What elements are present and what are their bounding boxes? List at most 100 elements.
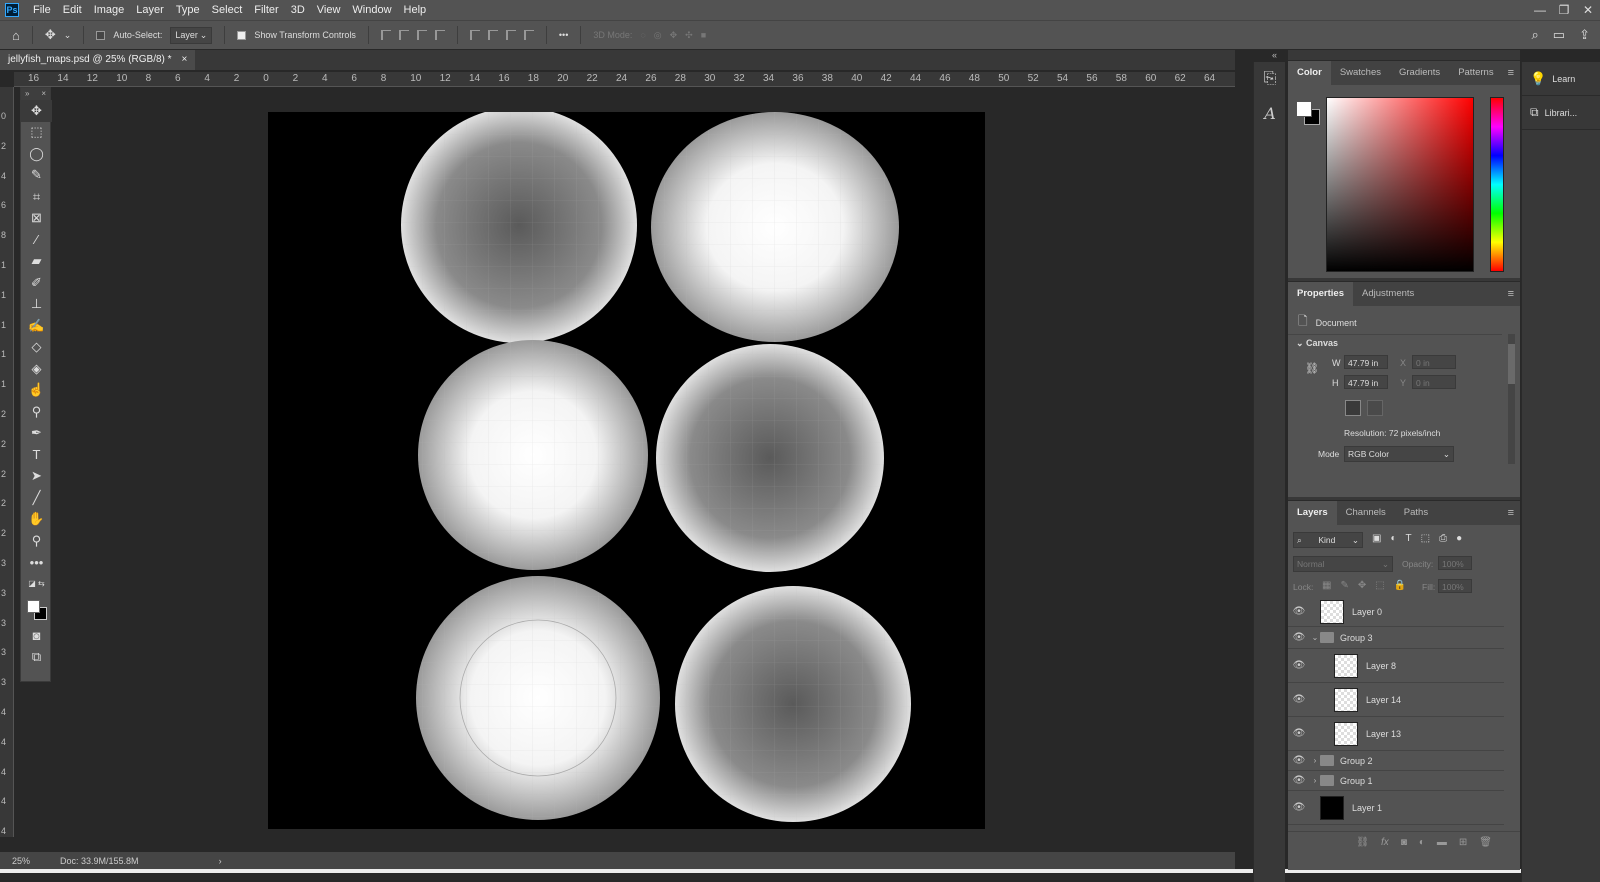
lock-transparent-icon[interactable]: ▦ [1322,580,1331,591]
screen-mode-tool[interactable]: ⧉ [21,646,52,668]
menu-filter[interactable]: Filter [248,0,284,20]
tab-swatches[interactable]: Swatches [1331,61,1390,85]
status-menu-arrow[interactable]: › [219,856,222,866]
move-tool-preset-icon[interactable]: ✥ [45,27,56,43]
layer-row[interactable]: 👁 Layer 1 [1288,791,1504,825]
3d-slide-icon[interactable]: ✣ [685,30,693,41]
menu-3d[interactable]: 3D [285,0,311,20]
tab-paths[interactable]: Paths [1395,501,1437,525]
close-tab-icon[interactable]: × [182,50,188,70]
filter-shape-icon[interactable]: ⬚ [1421,533,1430,544]
menu-view[interactable]: View [311,0,347,20]
type-tool[interactable]: T [21,444,52,466]
color-mode-dropdown[interactable]: RGB Color ⌄ [1344,446,1454,462]
chevron-right-icon[interactable]: › [1310,756,1320,765]
group-row[interactable]: 👁 ⌄ Group 3 [1288,627,1504,649]
menu-file[interactable]: File [27,0,57,20]
more-tools[interactable]: ••• [21,552,52,574]
show-transform-checkbox[interactable] [237,30,247,40]
hand-tool[interactable]: ✋ [21,509,52,531]
eye-icon[interactable]: 👁 [1288,755,1310,766]
dodge-tool[interactable]: ⚲ [21,401,52,423]
hue-slider[interactable] [1490,97,1504,272]
path-select-tool[interactable]: ➤ [21,466,52,488]
blend-mode-dropdown[interactable]: Normal ⌄ [1293,556,1393,572]
stamp-tool[interactable]: ⊥ [21,294,52,316]
frame-tool[interactable]: ⊠ [21,208,52,230]
learn-panel-button[interactable]: 💡 Learn [1522,62,1600,96]
layer-filter-dropdown[interactable]: ⌕ Kind ⌄ [1293,532,1363,548]
align-bottom-icon[interactable] [505,30,516,40]
layer-row[interactable]: 👁 Layer 13 [1288,717,1504,751]
align-center-icon[interactable] [398,30,409,40]
3d-pan-icon[interactable]: ✥ [670,30,678,41]
color-panel-fg-bg[interactable] [1296,101,1320,125]
search-icon[interactable]: ⌕ [1532,27,1539,43]
libraries-panel-button[interactable]: ⧉ Librari... [1522,96,1600,130]
panel-menu-icon[interactable]: ≡ [1508,288,1514,300]
link-icon[interactable]: ⛓ [1305,362,1319,375]
filter-toggle-icon[interactable]: ● [1456,533,1462,544]
lock-artboard-icon[interactable]: ⬚ [1375,580,1384,591]
close-window-button[interactable]: ✕ [1576,3,1600,17]
document-canvas[interactable] [268,107,985,829]
foreground-background-swatches[interactable] [21,595,52,625]
character-panel-icon[interactable]: A [1254,96,1286,130]
align-left-icon[interactable] [380,30,391,40]
filter-smart-object-icon[interactable]: ⎙ [1439,533,1447,544]
tab-channels[interactable]: Channels [1337,501,1395,525]
tab-gradients[interactable]: Gradients [1390,61,1449,85]
horizontal-ruler[interactable]: 16 14 12 10 8 6 4 2 0 2 4 6 8 10 12 14 16 18 20 22 24 26 28 30 3… [14,72,1235,87]
document-tab[interactable]: jellyfish_maps.psd @ 25% (RGB/8) * × [0,50,196,70]
new-group-icon[interactable]: ▬ [1437,837,1447,848]
panel-menu-icon[interactable]: ≡ [1508,507,1514,519]
history-brush-tool[interactable]: ✍ [21,315,52,337]
filter-type-icon[interactable]: T [1406,533,1412,544]
history-panel-icon[interactable]: ⎘ [1254,62,1286,96]
brush-tool[interactable]: ✐ [21,272,52,294]
layer-row[interactable]: 👁 Layer 0 [1288,597,1504,627]
paint-bucket-tool[interactable]: ◈ [21,358,52,380]
menu-select[interactable]: Select [206,0,249,20]
auto-select-target-dropdown[interactable]: Layer ⌄ [170,26,213,44]
quick-mask-tool[interactable]: ◙ [21,625,52,647]
home-icon[interactable]: ⌂ [12,28,20,43]
line-tool[interactable]: ╱ [21,487,52,509]
layer-style-icon[interactable]: fx [1381,837,1389,848]
lock-position-icon[interactable]: ✥ [1358,580,1366,591]
menu-image[interactable]: Image [88,0,131,20]
tab-patterns[interactable]: Patterns [1449,61,1502,85]
layer-row[interactable]: 👁 Layer 14 [1288,683,1504,717]
align-middle-icon[interactable] [487,30,498,40]
canvas-x-field[interactable]: 0 in [1412,355,1456,369]
distribute-vertical-icon[interactable] [523,30,534,40]
eraser-tool[interactable]: ◇ [21,337,52,359]
color-saturation-field[interactable] [1326,97,1474,272]
tab-adjustments[interactable]: Adjustments [1353,282,1423,306]
crop-tool[interactable]: ⌗ [21,186,52,208]
tab-properties[interactable]: Properties [1288,282,1353,306]
portrait-orientation-icon[interactable] [1345,400,1361,416]
auto-select-checkbox[interactable] [96,30,106,40]
quick-select-tool[interactable]: ✎ [21,165,52,187]
collapse-toolbox-icon[interactable]: » [25,88,29,100]
add-mask-icon[interactable]: ◙ [1401,837,1407,848]
default-colors[interactable]: ◪ ⇆ [21,573,52,595]
healing-tool[interactable]: ▰ [21,251,52,273]
filter-pixel-icon[interactable]: ▣ [1372,533,1381,544]
group-row[interactable]: 👁 › Group 1 [1288,771,1504,791]
pen-tool[interactable]: ✒ [21,423,52,445]
zoom-tool[interactable]: ⚲ [21,530,52,552]
align-top-icon[interactable] [469,30,480,40]
filter-adjustment-icon[interactable]: ◐ [1390,533,1396,544]
new-layer-icon[interactable]: ⊞ [1459,837,1467,848]
scrollbar-thumb[interactable] [1508,344,1515,384]
lock-pixels-icon[interactable]: ✎ [1340,580,1348,591]
eye-icon[interactable]: 👁 [1288,660,1310,671]
chevron-right-icon[interactable]: › [1310,776,1320,785]
trash-icon[interactable]: 🗑 [1479,837,1492,848]
eye-icon[interactable]: 👁 [1288,728,1310,739]
group-row[interactable]: 👁 › Group 2 [1288,751,1504,771]
eye-icon[interactable]: 👁 [1288,775,1310,786]
canvas-y-field[interactable]: 0 in [1412,375,1456,389]
